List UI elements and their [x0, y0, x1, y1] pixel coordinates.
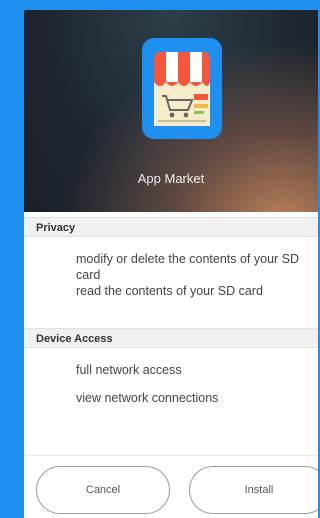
permission-item: full network access: [76, 363, 182, 377]
app-name-label: App Market: [137, 171, 205, 186]
screen-frame: App Market Privacy modify or delete the …: [0, 0, 318, 518]
install-button[interactable]: Install: [189, 466, 318, 514]
divider: [24, 455, 318, 456]
permission-item: card: [76, 268, 101, 282]
cancel-button[interactable]: Cancel: [36, 466, 170, 514]
section-header-privacy: Privacy: [24, 217, 318, 237]
app-market-icon: [142, 38, 222, 139]
permission-item: view network connections: [76, 391, 219, 405]
permission-item: read the contents of your SD card: [76, 284, 263, 298]
permission-item: modify or delete the contents of your SD: [76, 252, 300, 266]
install-dialog: App Market Privacy modify or delete the …: [24, 10, 318, 518]
app-header: App Market: [24, 10, 318, 212]
section-header-device-access: Device Access: [24, 328, 318, 348]
